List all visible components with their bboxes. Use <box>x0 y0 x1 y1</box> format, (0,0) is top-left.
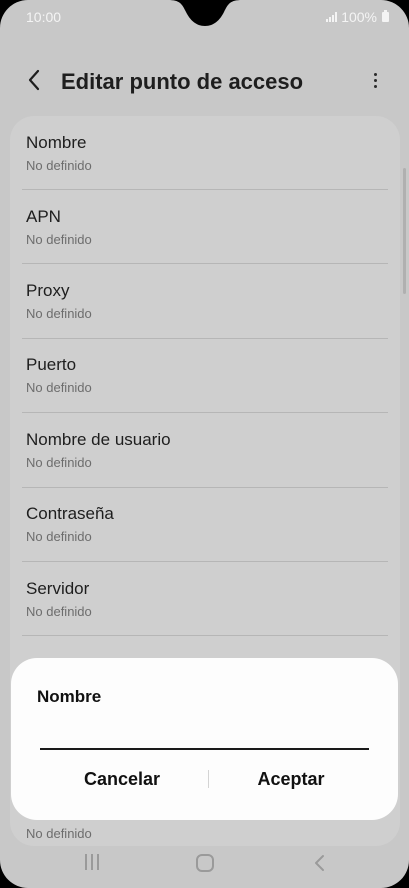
page-title: Editar punto de acceso <box>61 69 304 94</box>
battery-icon <box>382 10 389 22</box>
item-value: No definido <box>26 604 92 619</box>
app-header: Editar punto de acceso <box>0 58 409 104</box>
recent-apps-icon[interactable] <box>82 854 102 872</box>
item-label: Nombre <box>26 133 87 152</box>
navigation-bar <box>0 846 409 888</box>
item-label: Proxy <box>26 281 70 300</box>
home-icon[interactable] <box>196 854 214 872</box>
name-input[interactable] <box>40 718 369 750</box>
list-item-contrasena[interactable]: Contraseña No definido <box>26 487 388 561</box>
item-value: No definido <box>26 380 92 395</box>
more-options-button[interactable] <box>363 66 387 94</box>
item-value: No definido <box>26 455 92 470</box>
status-bar: 10:00 100% <box>0 0 409 34</box>
item-label: Contraseña <box>26 504 114 523</box>
list-item-nombre[interactable]: Nombre No definido <box>26 116 388 190</box>
item-label: Servidor <box>26 579 90 598</box>
cancel-button[interactable]: Cancelar <box>37 758 207 800</box>
item-value: No definido <box>26 158 92 173</box>
item-label: Puerto <box>26 355 77 374</box>
list-item-servidor[interactable]: Servidor No definido <box>26 562 388 636</box>
list-item-puerto[interactable]: Puerto No definido <box>26 338 388 412</box>
chevron-left-icon <box>28 69 40 91</box>
status-indicators: 100% <box>326 9 389 25</box>
back-button[interactable] <box>20 66 48 94</box>
list-item-apn[interactable]: APN No definido <box>26 190 388 264</box>
item-label: APN <box>26 207 61 226</box>
list-item-nombre-de-usuario[interactable]: Nombre de usuario No definido <box>26 413 388 487</box>
status-time: 10:00 <box>26 9 62 25</box>
item-value: No definido <box>26 232 92 247</box>
camera-notch <box>168 0 242 28</box>
phone-screen: 10:00 100% Editar punto de acceso Nombre <box>0 0 409 888</box>
name-dialog: Nombre Cancelar Aceptar <box>11 658 398 820</box>
item-value-partial: No definido <box>26 826 92 841</box>
list-item-proxy[interactable]: Proxy No definido <box>26 264 388 338</box>
item-value: No definido <box>26 306 92 321</box>
battery-level: 100% <box>341 9 377 25</box>
divider <box>22 635 388 636</box>
item-label: Nombre de usuario <box>26 430 171 449</box>
scrollbar[interactable] <box>403 168 406 294</box>
accept-button[interactable]: Aceptar <box>206 758 376 800</box>
signal-icon <box>326 12 338 22</box>
item-value: No definido <box>26 529 92 544</box>
dialog-title: Nombre <box>37 687 102 706</box>
back-icon[interactable] <box>310 853 330 873</box>
more-vertical-icon <box>373 72 377 76</box>
